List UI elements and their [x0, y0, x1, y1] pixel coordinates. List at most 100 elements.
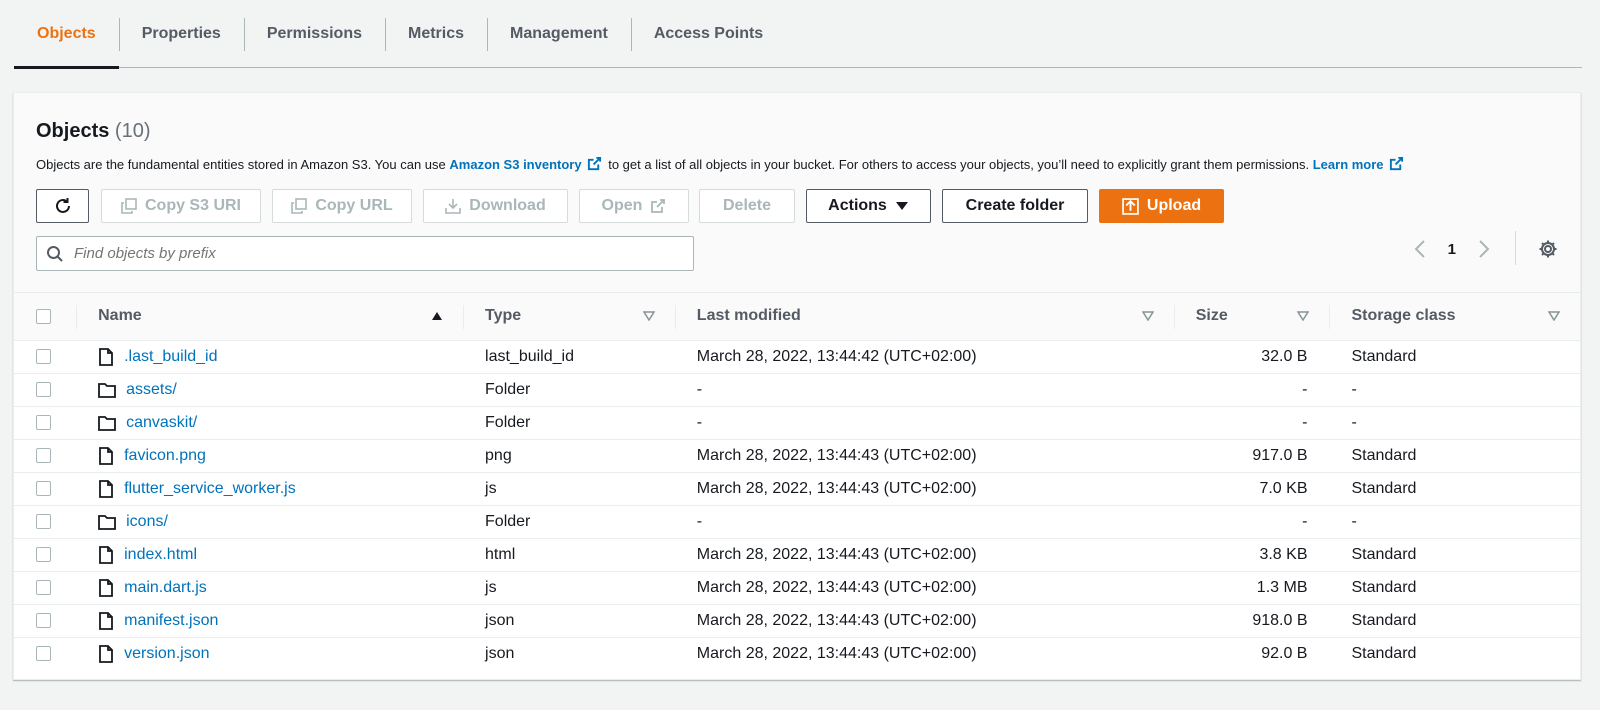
object-last-modified: March 28, 2022, 13:44:43 (UTC+02:00) [696, 578, 977, 596]
external-link-icon [1389, 156, 1403, 171]
open-label: Open [601, 197, 643, 214]
search-box [36, 236, 694, 271]
table-body: .last_build_id last_build_id March 28, 202… [14, 340, 1580, 670]
create-folder-label: Create folder [965, 197, 1065, 214]
column-name-label: Name [98, 307, 142, 325]
object-size: 32.0 B [1261, 347, 1308, 365]
column-last-modified[interactable]: Last modified [674, 293, 1174, 341]
current-page[interactable]: 1 [1448, 241, 1456, 258]
folder-icon [98, 415, 117, 431]
object-storage-class: Standard [1351, 545, 1417, 563]
table-row[interactable]: icons/Folder - - - [14, 505, 1580, 538]
open-button[interactable]: Open [579, 189, 689, 223]
object-name-link[interactable]: assets/ [126, 381, 177, 399]
file-icon [99, 545, 114, 564]
description-prefix: Objects are the fundamental entities sto… [36, 157, 446, 172]
column-type-label: Type [485, 307, 522, 325]
column-size[interactable]: Size [1173, 293, 1330, 341]
learn-more-link[interactable]: Learn more [1313, 156, 1407, 172]
file-icon [99, 479, 114, 498]
table-row[interactable]: favicon.png png March 28, 2022, 13:44:43 (… [14, 439, 1580, 472]
row-checkbox[interactable] [36, 480, 51, 496]
tab-properties[interactable]: Properties [118, 0, 244, 68]
object-storage-class: Standard [1351, 578, 1417, 596]
upload-label: Upload [1146, 197, 1202, 214]
object-name-link[interactable]: favicon.png [124, 447, 206, 465]
upload-button[interactable]: Upload [1099, 189, 1224, 223]
column-separator [1173, 305, 1175, 329]
table-header-row: Name Type Last modified Size Storage cla… [14, 293, 1580, 341]
object-name-link[interactable]: icons/ [126, 513, 168, 531]
column-name[interactable]: Name [76, 293, 464, 341]
copy-s3-uri-button[interactable]: Copy S3 URI [101, 189, 261, 223]
object-name-link[interactable]: manifest.json [124, 612, 218, 630]
tab-management[interactable]: Management [487, 0, 631, 68]
row-checkbox[interactable] [36, 447, 51, 463]
table-row[interactable]: .last_build_id last_build_id March 28, 202… [14, 340, 1580, 373]
file-icon [99, 578, 114, 597]
folder-icon [98, 514, 117, 530]
create-folder-button[interactable]: Create folder [942, 189, 1088, 223]
actions-dropdown[interactable]: Actions [806, 189, 931, 223]
panel-title-text: Objects [36, 120, 110, 142]
column-size-label: Size [1195, 307, 1228, 325]
delete-button[interactable]: Delete [699, 189, 795, 223]
chevron-left-icon[interactable] [1414, 239, 1426, 259]
table-row[interactable]: canvaskit/Folder - - - [14, 406, 1580, 439]
row-checkbox[interactable] [36, 579, 51, 595]
table-row[interactable]: version.json json March 28, 2022, 13:44:43… [14, 637, 1580, 670]
object-type: last_build_id [485, 347, 574, 365]
object-name-link[interactable]: main.dart.js [124, 579, 207, 597]
column-type[interactable]: Type [463, 293, 675, 341]
download-label: Download [469, 197, 546, 214]
row-checkbox[interactable] [36, 414, 51, 430]
search-icon [47, 245, 63, 262]
table-row[interactable]: manifest.json json March 28, 2022, 13:44:4… [14, 604, 1580, 637]
copy-url-label: Copy URL [315, 197, 393, 214]
download-icon [445, 199, 462, 214]
row-checkbox[interactable] [36, 381, 51, 397]
table-row[interactable]: index.html html March 28, 2022, 13:44:43 (… [14, 538, 1580, 571]
select-all-checkbox[interactable] [36, 308, 51, 324]
column-storage-class-label: Storage class [1351, 307, 1456, 325]
tab-access-points[interactable]: Access Points [630, 0, 786, 68]
table-row[interactable]: flutter_service_worker.js js March 28, 202… [14, 472, 1580, 505]
download-button[interactable]: Download [423, 189, 568, 223]
settings-gear-icon[interactable] [1538, 239, 1558, 259]
copy-url-button[interactable]: Copy URL [272, 189, 412, 223]
object-type: js [485, 479, 497, 497]
object-name-link[interactable]: version.json [124, 645, 209, 663]
tab-objects[interactable]: Objects [14, 0, 119, 69]
row-checkbox[interactable] [36, 612, 51, 628]
object-type: json [485, 644, 515, 662]
table-row[interactable]: main.dart.js js March 28, 2022, 13:44:43 (… [14, 571, 1580, 604]
object-size: - [1302, 512, 1308, 530]
sort-icon [1141, 311, 1154, 322]
object-name-link[interactable]: index.html [124, 546, 197, 564]
tab-metrics[interactable]: Metrics [384, 0, 487, 68]
tab-permissions[interactable]: Permissions [243, 0, 385, 68]
object-name-link[interactable]: canvaskit/ [126, 414, 197, 432]
column-separator [463, 305, 465, 329]
object-size: - [1302, 380, 1308, 398]
row-checkbox[interactable] [36, 348, 51, 364]
object-name-link[interactable]: .last_build_id [124, 348, 217, 366]
tab-bar: Objects Properties Permissions Metrics M… [14, 0, 1582, 69]
object-last-modified: March 28, 2022, 13:44:43 (UTC+02:00) [696, 446, 977, 464]
chevron-right-icon[interactable] [1478, 239, 1490, 259]
folder-icon [98, 382, 117, 398]
object-name-link[interactable]: flutter_service_worker.js [124, 480, 296, 498]
column-storage-class[interactable]: Storage class [1329, 293, 1580, 341]
object-type: js [485, 578, 497, 596]
upload-icon [1122, 197, 1139, 215]
search-input[interactable] [72, 244, 632, 263]
row-checkbox[interactable] [36, 513, 51, 529]
row-checkbox[interactable] [36, 546, 51, 562]
refresh-button[interactable] [36, 189, 89, 223]
file-icon [99, 446, 114, 465]
table-row[interactable]: assets/Folder - - - [14, 373, 1580, 406]
file-icon [99, 347, 114, 366]
inventory-link[interactable]: Amazon S3 inventory [449, 156, 604, 172]
inventory-link-text: Amazon S3 inventory [449, 157, 582, 172]
row-checkbox[interactable] [36, 646, 51, 662]
